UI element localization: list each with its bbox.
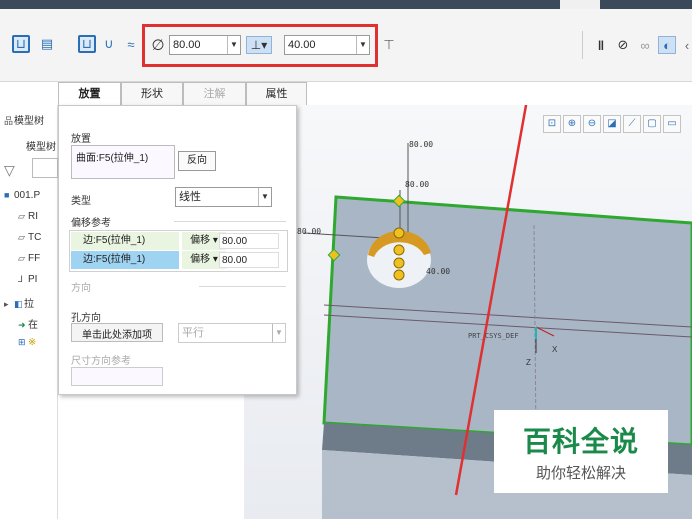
- verify-icon[interactable]: ∞: [636, 36, 654, 54]
- divider: [199, 286, 286, 287]
- chevron-down-icon[interactable]: ▼: [272, 324, 285, 342]
- direction-label: 方向: [71, 283, 91, 294]
- offset-ref-name: 边:F5(拉伸_1): [71, 232, 179, 250]
- type-select[interactable]: 线性 ▼: [175, 187, 272, 207]
- hole-direction-label: 孔方向: [71, 313, 101, 324]
- tree-item-right-plane[interactable]: ▱ RI: [18, 211, 38, 222]
- dim-dir-ref-label: 尺寸方向参考: [71, 356, 131, 367]
- tab-shape[interactable]: 形状: [121, 82, 183, 105]
- offset-refs-label: 偏移参考: [71, 218, 111, 229]
- model-top-face: [322, 195, 692, 447]
- divider: [174, 221, 286, 222]
- offset-value[interactable]: 80.00: [219, 233, 279, 249]
- extrude-icon: ◧: [14, 299, 23, 309]
- tree-item-extrude[interactable]: ▸ ◧拉: [4, 295, 34, 310]
- offset-value[interactable]: 80.00: [219, 252, 279, 268]
- type-value: 线性: [179, 191, 201, 203]
- offset-ref-row[interactable]: 边:F5(拉伸_1) 偏移 ▾ 80.00: [71, 232, 286, 250]
- tab-placement[interactable]: 放置: [58, 82, 121, 106]
- add-item-collector[interactable]: 单击此处添加项: [71, 323, 163, 342]
- ribbon-tab-strip: [0, 0, 692, 9]
- dim-dir-ref-collector[interactable]: [71, 367, 163, 386]
- toolbar-separator: [582, 31, 583, 59]
- plane-icon: ▱: [18, 211, 25, 221]
- axis-x-label: X: [552, 345, 558, 354]
- placement-handle[interactable]: [393, 257, 405, 269]
- dim-label-hole[interactable]: 40.00: [426, 267, 450, 276]
- tree-item-insert-here[interactable]: ➜ 在: [18, 316, 38, 331]
- model-tree: 品模型树 模型树 ▽ ■ 001.P ▱ RI ▱ TC ▱ FF ⅃ PI ▸ ◧拉 ➜ 在…: [0, 105, 58, 519]
- placement-handle[interactable]: [393, 244, 405, 256]
- dim-label-left[interactable]: 80.00: [297, 227, 321, 236]
- expand-arrow-icon[interactable]: ▸: [4, 299, 14, 310]
- plane-icon: ▱: [18, 253, 25, 263]
- pause-icon[interactable]: ‖: [592, 36, 610, 54]
- offset-ref-row-selected[interactable]: 边:F5(拉伸_1) 偏移 ▾ 80.00: [71, 251, 286, 269]
- dim-label-top[interactable]: 80.00: [409, 140, 433, 149]
- tree-search-input[interactable]: [32, 158, 58, 178]
- plane-icon: ▱: [18, 232, 25, 242]
- simple-hole-icon[interactable]: ⊔: [12, 35, 30, 53]
- preview-icon[interactable]: ◐: [658, 36, 676, 54]
- hole-feature-icon: ⊞: [18, 337, 26, 347]
- part-icon: ■: [4, 190, 10, 200]
- view-toolbar: ⊡ ⊕ ⊖ ◪ ⟋ ▢ ▭: [543, 115, 683, 133]
- axis-z-label: Z: [526, 358, 531, 367]
- more-icon[interactable]: ‹: [678, 36, 692, 54]
- straight-hole-icon[interactable]: ⊔: [78, 35, 96, 53]
- tree-item-front-plane[interactable]: ▱ FF: [18, 253, 40, 264]
- countersink-icon[interactable]: ⊤: [380, 36, 398, 54]
- parallel-value: 平行: [182, 327, 204, 339]
- orient-icon[interactable]: ⟋: [623, 115, 641, 133]
- placement-handle[interactable]: [393, 227, 405, 239]
- no-preview-icon[interactable]: ⊘: [614, 36, 632, 54]
- tab-properties[interactable]: 属性: [246, 82, 307, 105]
- sketch-hole-icon[interactable]: ≈: [122, 35, 140, 53]
- offset-ref-name: 边:F5(拉伸_1): [71, 251, 179, 269]
- standard-hole-icon[interactable]: ▤: [38, 35, 56, 53]
- highlight-box: [142, 24, 378, 67]
- zoom-out-icon[interactable]: ⊖: [583, 115, 601, 133]
- csys-icon: ⅃: [18, 274, 24, 284]
- zoom-fit-icon[interactable]: ⊡: [543, 115, 561, 133]
- views-icon[interactable]: ▭: [663, 115, 681, 133]
- placement-handle[interactable]: [393, 269, 405, 281]
- watermark: 百科全说 助你轻松解决: [494, 410, 668, 493]
- placement-surface-collector[interactable]: 曲面:F5(拉伸_1): [71, 145, 175, 179]
- zoom-in-icon[interactable]: ⊕: [563, 115, 581, 133]
- tree-item-part[interactable]: ■ 001.P: [4, 190, 40, 201]
- tree-item-hole[interactable]: ⊞ ※: [18, 337, 36, 348]
- display-style-icon[interactable]: ▢: [643, 115, 661, 133]
- drilled-profile-icon[interactable]: ∪: [100, 35, 118, 53]
- model-tree-header[interactable]: 品模型树: [4, 112, 44, 127]
- ribbon-tab-active[interactable]: [560, 0, 600, 9]
- tree-icon: 品: [4, 116, 14, 126]
- placement-section-label: 放置: [71, 134, 91, 145]
- filter-icon[interactable]: ▽: [4, 162, 15, 179]
- model-tree-tab[interactable]: 模型树: [26, 138, 56, 153]
- repaint-icon[interactable]: ◪: [603, 115, 621, 133]
- dim-label-top2[interactable]: 80.00: [405, 180, 429, 189]
- csys-label: PRT_CSYS_DEF: [468, 332, 519, 340]
- watermark-subtitle: 助你轻松解决: [535, 465, 626, 482]
- tree-item-top-plane[interactable]: ▱ TC: [18, 232, 41, 243]
- watermark-title: 百科全说: [522, 426, 639, 457]
- tab-annotation[interactable]: 注解: [183, 82, 246, 105]
- insert-arrow-icon: ➜: [18, 320, 26, 330]
- chevron-down-icon[interactable]: ▼: [258, 188, 271, 206]
- tree-item-csys[interactable]: ⅃ PI: [18, 274, 37, 285]
- parallel-select[interactable]: 平行 ▼: [178, 323, 286, 343]
- flip-button[interactable]: 反向: [178, 151, 216, 171]
- type-label: 类型: [71, 196, 91, 207]
- placement-panel: 放置 曲面:F5(拉伸_1) 反向 类型 线性 ▼ 偏移参考 边:F5(拉伸_1…: [58, 105, 297, 395]
